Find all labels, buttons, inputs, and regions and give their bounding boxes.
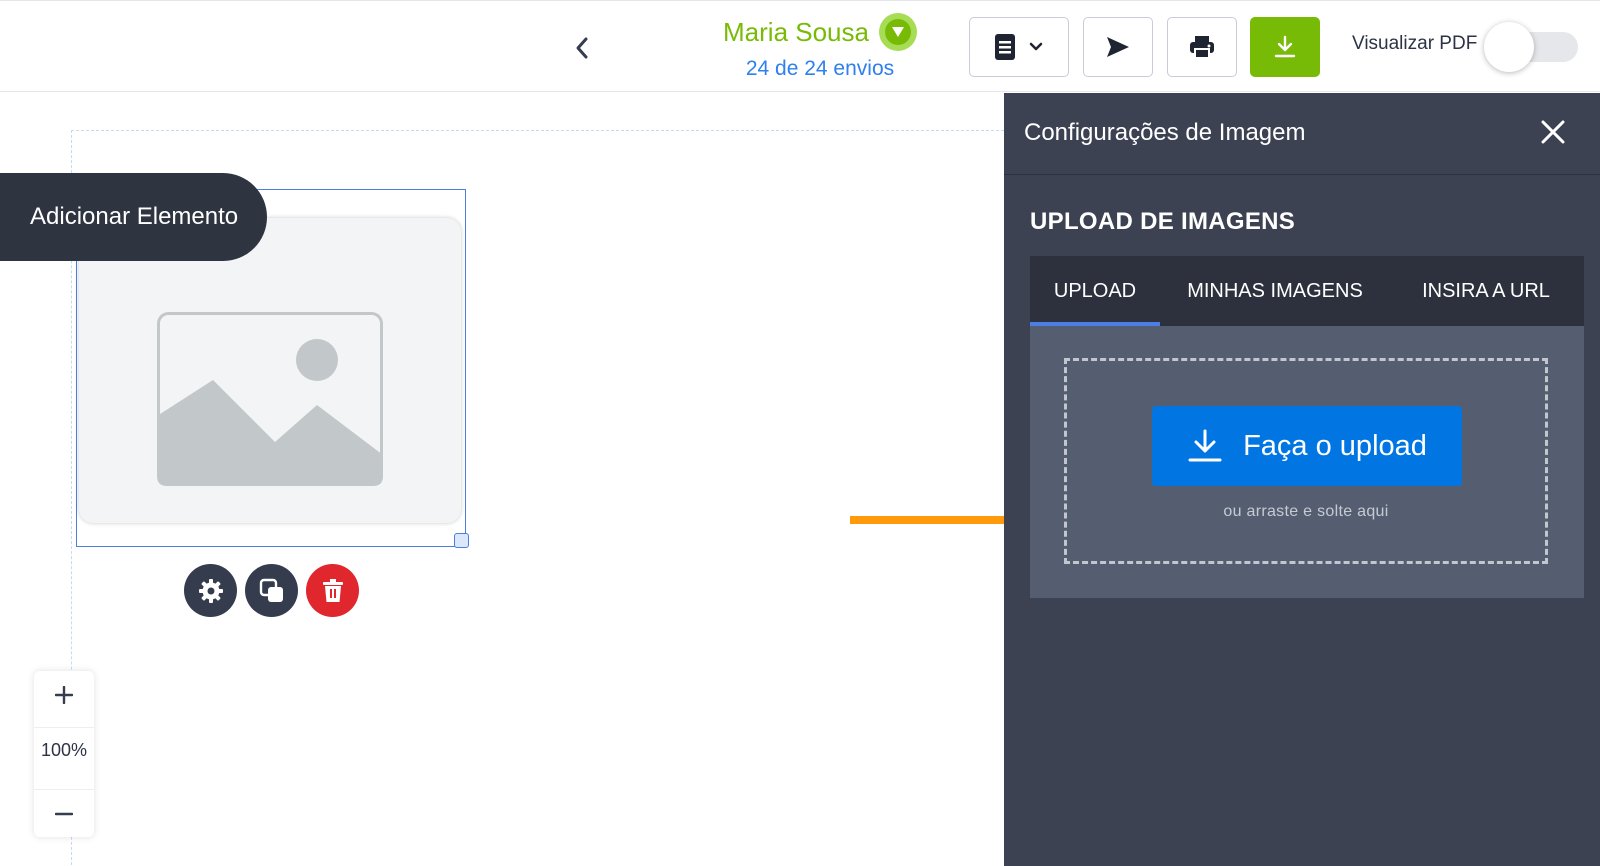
layout-menu-button[interactable] bbox=[969, 17, 1069, 77]
submitter-dropdown-button[interactable] bbox=[878, 13, 917, 51]
resize-handle[interactable] bbox=[454, 533, 469, 548]
image-placeholder-icon bbox=[157, 312, 383, 486]
download-arrow-icon bbox=[1188, 429, 1222, 462]
tab-my-images[interactable]: MINHAS IMAGENS bbox=[1172, 256, 1378, 326]
zoom-out-button[interactable] bbox=[34, 789, 94, 837]
form-canvas: Adicionar Elemento 100% bbox=[0, 93, 1142, 866]
top-toolbar: Maria Sousa 24 de 24 envios Visualizar P… bbox=[0, 0, 1600, 92]
trash-icon bbox=[322, 578, 343, 602]
close-panel-button[interactable] bbox=[1536, 115, 1570, 149]
download-icon bbox=[1274, 35, 1296, 58]
back-button[interactable] bbox=[568, 31, 596, 65]
app-root: Maria Sousa 24 de 24 envios Visualizar P… bbox=[0, 0, 1600, 866]
minus-icon bbox=[55, 812, 73, 815]
panel-header: Configurações de Imagem bbox=[1004, 93, 1600, 175]
page-guide-horizontal bbox=[71, 130, 1004, 131]
element-duplicate-button[interactable] bbox=[245, 564, 298, 617]
zoom-level: 100% bbox=[34, 727, 94, 787]
send-button[interactable] bbox=[1083, 17, 1153, 77]
element-delete-button[interactable] bbox=[306, 564, 359, 617]
element-settings-button[interactable] bbox=[184, 564, 237, 617]
close-icon bbox=[1541, 120, 1565, 144]
tab-insert-url[interactable]: INSIRA A URL bbox=[1396, 256, 1576, 326]
upload-button-label: Faça o upload bbox=[1243, 429, 1427, 462]
send-arrow-icon bbox=[1107, 37, 1129, 57]
zoom-in-button[interactable] bbox=[34, 671, 94, 719]
preview-pdf-label: Visualizar PDF bbox=[1352, 33, 1478, 54]
section-title: UPLOAD DE IMAGENS bbox=[1030, 208, 1296, 235]
gear-icon bbox=[198, 578, 223, 603]
image-settings-panel: Configurações de Imagem UPLOAD DE IMAGEN… bbox=[1004, 93, 1600, 866]
plus-icon bbox=[55, 686, 73, 704]
element-actions bbox=[184, 564, 359, 617]
copy-icon bbox=[259, 578, 283, 602]
caret-down-circle-icon bbox=[891, 27, 904, 37]
chevron-left-icon bbox=[576, 37, 588, 59]
upload-tabs: UPLOAD MINHAS IMAGENS INSIRA A URL bbox=[1030, 256, 1584, 326]
chevron-down-icon bbox=[1029, 42, 1043, 51]
download-button[interactable] bbox=[1250, 17, 1320, 77]
upload-tab-content: Faça o upload ou arraste e solte aqui bbox=[1030, 326, 1584, 598]
file-dropzone[interactable]: Faça o upload ou arraste e solte aqui bbox=[1064, 358, 1548, 564]
drop-hint: ou arraste e solte aqui bbox=[1223, 503, 1389, 520]
zoom-control: 100% bbox=[34, 671, 94, 837]
image-placeholder-card bbox=[79, 218, 461, 523]
document-list-icon bbox=[995, 34, 1015, 60]
panel-title: Configurações de Imagem bbox=[1024, 119, 1306, 146]
submission-navigator: Maria Sousa 24 de 24 envios bbox=[700, 13, 940, 81]
submitter-name: Maria Sousa bbox=[723, 16, 869, 47]
preview-pdf-toggle[interactable] bbox=[1484, 22, 1580, 72]
print-button[interactable] bbox=[1167, 17, 1237, 77]
add-element-button[interactable]: Adicionar Elemento bbox=[0, 173, 267, 261]
submission-count[interactable]: 24 de 24 envios bbox=[700, 57, 940, 81]
upload-button[interactable]: Faça o upload bbox=[1152, 406, 1462, 486]
printer-icon bbox=[1190, 36, 1214, 59]
tab-upload[interactable]: UPLOAD bbox=[1030, 256, 1160, 326]
